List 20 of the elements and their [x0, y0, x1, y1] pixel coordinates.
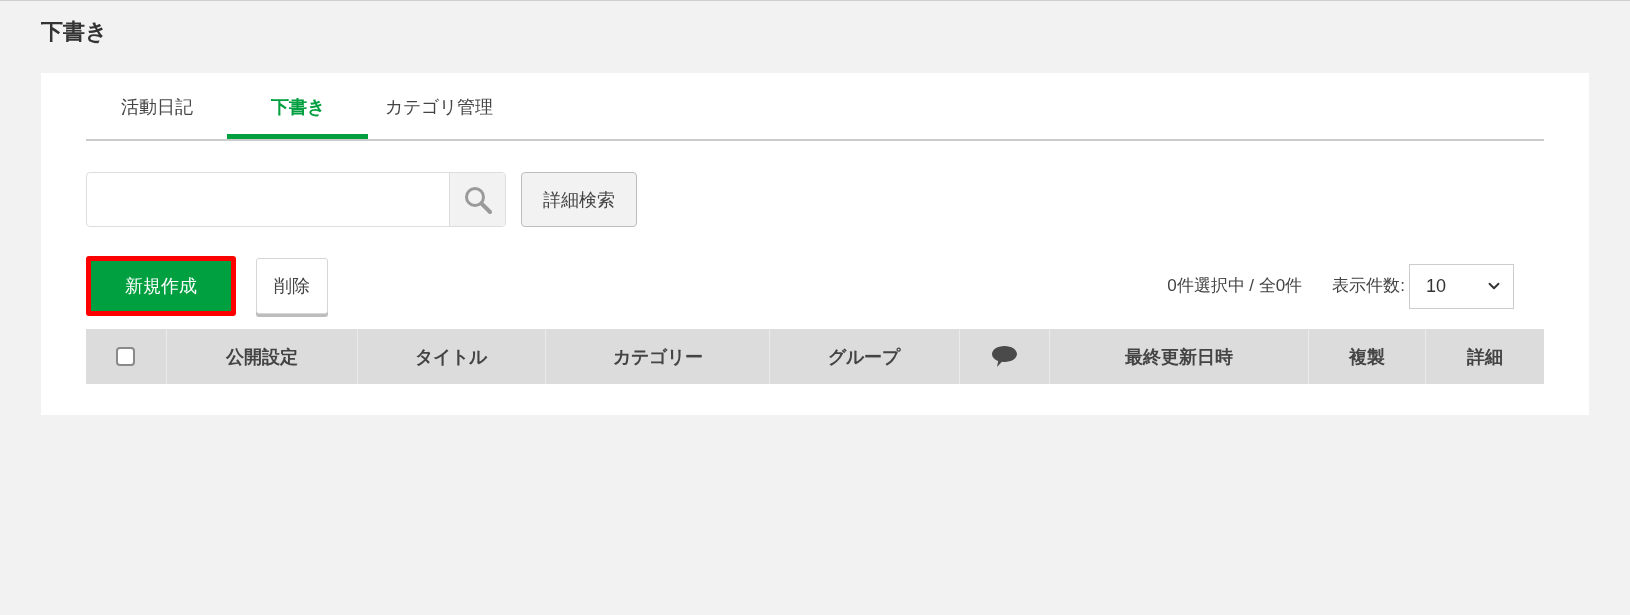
column-header: 複製	[1349, 345, 1386, 369]
delete-button[interactable]: 削除	[256, 258, 328, 314]
tab[interactable]: 活動日記	[86, 73, 227, 139]
select-all-checkbox[interactable]	[116, 347, 136, 366]
page-title: 下書き	[41, 18, 108, 46]
column-header: 最終更新日時	[1124, 345, 1233, 369]
selection-count: 0件選択中 / 全0件	[1167, 275, 1303, 297]
page-size-label: 表示件数:	[1332, 275, 1405, 297]
search-icon	[462, 184, 493, 215]
column-header: グループ	[828, 345, 901, 369]
column-header: カテゴリー	[612, 345, 703, 369]
column-header: 詳細	[1467, 345, 1504, 369]
page-size-select[interactable]: 10	[1409, 263, 1514, 309]
advanced-search-button[interactable]: 詳細検索	[521, 172, 637, 227]
speech-bubble-icon	[991, 346, 1017, 367]
search-field[interactable]	[86, 172, 506, 227]
search-button[interactable]	[449, 173, 505, 226]
tab[interactable]: カテゴリ管理	[368, 73, 509, 139]
column-header: 公開設定	[225, 345, 298, 369]
column-header: タイトル	[415, 345, 488, 369]
